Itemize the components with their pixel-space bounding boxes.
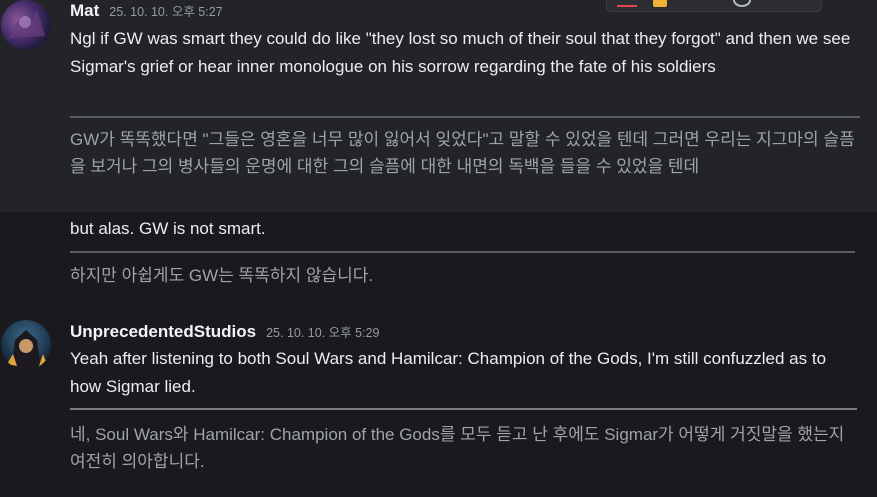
timestamp[interactable]: 25. 10. 10. 오후 5:29 — [266, 322, 379, 341]
reaction-icon[interactable] — [617, 0, 637, 7]
author-name[interactable]: Mat — [70, 1, 99, 21]
translation-divider — [70, 408, 857, 410]
avatar[interactable] — [1, 320, 51, 370]
message-header: UnprecedentedStudios 25. 10. 10. 오후 5:29 — [70, 322, 379, 342]
message-translation: GW가 똑똑했다면 "그들은 영혼을 너무 많이 잃어서 잊었다"고 말할 수 … — [70, 130, 855, 176]
emoji-icon[interactable] — [653, 0, 667, 7]
message-actions-toolbar[interactable] — [606, 0, 822, 12]
avatar-art-icon — [9, 10, 45, 38]
message-translation: 하지만 아쉽게도 GW는 똑똑하지 않습니다. — [70, 266, 374, 285]
message-content: Ngl if GW was smart they could do like "… — [70, 29, 851, 76]
message-header: Mat 25. 10. 10. 오후 5:27 — [70, 1, 223, 21]
translation-divider — [70, 251, 855, 253]
translation-divider — [70, 116, 860, 118]
avatar-art-icon — [7, 330, 47, 370]
author-name[interactable]: UnprecedentedStudios — [70, 322, 256, 342]
message-translation: 네, Soul Wars와 Hamilcar: Champion of the … — [70, 425, 845, 471]
message-content: but alas. GW is not smart. — [70, 219, 266, 238]
message-content: Yeah after listening to both Soul Wars a… — [70, 349, 827, 396]
more-icon[interactable] — [733, 0, 751, 7]
avatar[interactable] — [1, 0, 51, 50]
timestamp[interactable]: 25. 10. 10. 오후 5:27 — [109, 1, 222, 20]
